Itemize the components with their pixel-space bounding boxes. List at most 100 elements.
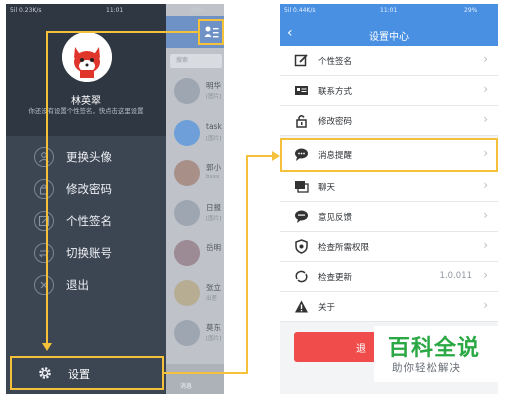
settings-row-feedback[interactable]: 意见反馈 › (280, 202, 498, 232)
contact-item[interactable]: 郭小 bxxx (166, 156, 224, 190)
contact-preview: [图片] (206, 136, 222, 142)
exit-circle-icon (34, 275, 54, 295)
menu-item-label: 退出 (66, 278, 89, 292)
switch-circle-icon (34, 243, 54, 263)
contact-avatar (174, 320, 200, 346)
contact-avatar (174, 78, 200, 104)
menu-item-change-password[interactable]: 修改密码 (34, 178, 164, 200)
row-label: 联系方式 (318, 87, 353, 97)
watermark: 百科全说 助你轻松解决 (374, 326, 498, 382)
feedback-icon (295, 210, 308, 223)
menu-item-switch-account[interactable]: 切换账号 (34, 242, 164, 264)
lock-icon (296, 115, 307, 128)
contact-name: 日报 (206, 203, 221, 212)
row-label: 检查更新 (318, 273, 353, 283)
watermark-title: 百科全说 (388, 336, 481, 361)
contact-name: 莫东 (206, 323, 221, 332)
contact-avatar (174, 280, 200, 306)
settings-row-password[interactable]: 修改密码 › (280, 106, 498, 136)
battery-level: 29% (464, 7, 478, 14)
chevron-right-icon: › (483, 208, 488, 222)
contact-avatar (174, 160, 200, 186)
status-time: 11:01 (106, 7, 124, 14)
chevron-right-icon: › (483, 112, 488, 126)
contact-preview: 出差 (206, 296, 218, 302)
contact-item[interactable]: 日报 [图片] (166, 196, 224, 230)
menu-item-label: 切换账号 (66, 246, 112, 260)
chevron-right-icon: › (483, 298, 488, 312)
menu-item-label: 个性签名 (66, 214, 112, 228)
settings-row-about[interactable]: 关于 › (280, 292, 498, 322)
contact-name: 明华 (206, 81, 221, 90)
connector-line (246, 155, 274, 157)
row-label: 意见反馈 (318, 213, 353, 223)
connector-line (246, 155, 248, 374)
status-bar: 5il 0.23K/s 11:01 29% (6, 4, 224, 18)
battery-level: 29% (190, 7, 204, 14)
settings-label: 设置 (68, 368, 90, 381)
contact-preview: [图片] (206, 94, 222, 100)
gear-icon (39, 367, 51, 379)
contact-avatar (174, 120, 200, 146)
lock-circle-icon (34, 179, 54, 199)
contact-item[interactable]: 莫东 [图片] (166, 316, 224, 350)
contact-name: 岳明 (206, 243, 221, 252)
row-label: 修改密码 (318, 117, 353, 127)
arrow-down-icon (42, 343, 52, 351)
row-label: 检查所需权限 (318, 243, 370, 253)
chevron-right-icon: › (483, 52, 488, 66)
chevron-right-icon: › (483, 178, 488, 192)
contact-name: 郭小 (206, 163, 221, 172)
tutorial-canvas: 搜索 明华 [图片] task [图片] 郭小 bxxx 日报 [图片] 岳明 … (0, 0, 528, 408)
contact-item[interactable]: task [图片] (166, 116, 224, 150)
contact-name: 张立 (206, 283, 221, 292)
left-phone-screen: 搜索 明华 [图片] task [图片] 郭小 bxxx 日报 [图片] 岳明 … (6, 4, 224, 394)
status-bar: 5il 0.44K/s 11:01 29% (280, 4, 498, 18)
signature-hint[interactable]: 你还没有设置个性签名，快点击这里设置 (6, 106, 166, 115)
contact-name: task (206, 122, 222, 131)
chevron-right-icon: › (483, 82, 488, 96)
settings-row-permissions[interactable]: 检查所需权限 › (280, 232, 498, 262)
refresh-icon (295, 270, 308, 283)
tab-messages[interactable]: 消息 (180, 381, 192, 390)
chevron-right-icon: › (483, 238, 488, 252)
chevron-right-icon: › (483, 268, 488, 282)
settings-button[interactable]: 设置 (10, 356, 164, 390)
menu-item-change-avatar[interactable]: 更换头像 (34, 146, 164, 168)
user-circle-icon (34, 147, 54, 167)
page-title: 设置中心 (369, 32, 409, 43)
contact-card-icon (295, 86, 308, 95)
user-name: 林英翠 (71, 96, 101, 107)
menu-item-signature[interactable]: 个性签名 (34, 210, 164, 232)
bottom-tab-bar: 消息 (166, 364, 224, 394)
watermark-subtitle: 助你轻松解决 (392, 362, 461, 374)
settings-row-chat[interactable]: 聊天 › (280, 172, 498, 202)
logout-label: 退 (356, 344, 366, 355)
connector-line (164, 372, 248, 374)
contact-item[interactable]: 明华 [图片] (166, 74, 224, 108)
highlight-box (280, 138, 498, 172)
arrow-right-icon (272, 151, 280, 161)
search-input[interactable]: 搜索 (170, 54, 222, 68)
settings-row-check-update[interactable]: 检查更新 1.0.011 › (280, 262, 498, 292)
network-speed: 5il 0.23K/s (10, 7, 42, 14)
chat-icon (295, 181, 309, 193)
contact-item[interactable]: 张立 出差 (166, 276, 224, 310)
settings-row-signature[interactable]: 个性签名 › (280, 46, 498, 76)
avatar[interactable] (62, 32, 112, 82)
warning-icon (295, 300, 308, 313)
profile-menu-button[interactable] (198, 19, 224, 45)
settings-row-contact[interactable]: 联系方式 › (280, 76, 498, 106)
menu-item-exit[interactable]: 退出 (34, 274, 164, 296)
menu-item-label: 更换头像 (66, 150, 112, 164)
pen-circle-icon (34, 211, 54, 231)
row-label: 聊天 (318, 183, 336, 193)
contact-item[interactable]: 岳明 (166, 236, 224, 270)
row-label: 关于 (318, 303, 336, 313)
contact-preview: [图片] (206, 336, 222, 342)
row-label: 个性签名 (318, 57, 353, 67)
connector-line (46, 31, 198, 33)
contact-preview: [图片] (206, 216, 222, 222)
menu-item-label: 修改密码 (66, 182, 112, 196)
fox-avatar-icon (62, 32, 112, 82)
